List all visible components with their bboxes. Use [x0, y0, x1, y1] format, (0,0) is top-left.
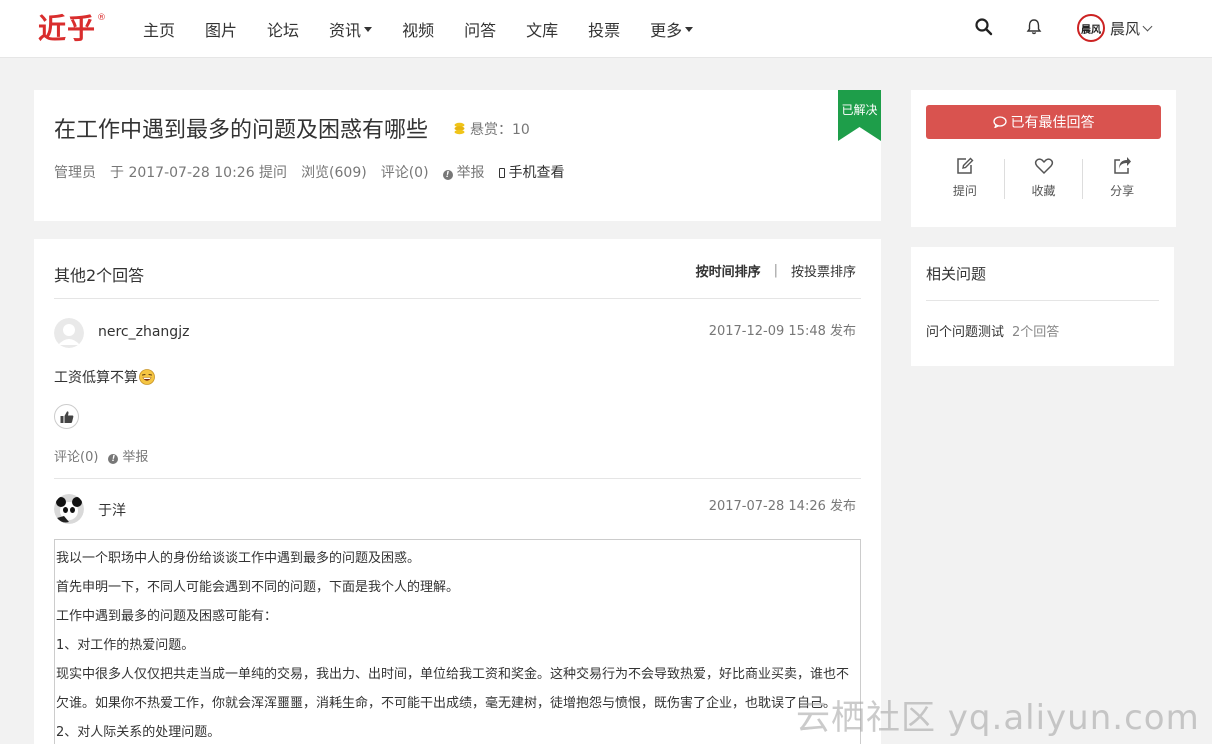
question-report-link[interactable]: ! 举报 — [442, 162, 485, 182]
favorite-label: 收藏 — [1031, 184, 1056, 198]
chevron-down-icon — [1142, 21, 1153, 31]
logo-text: 近乎 — [38, 12, 97, 45]
answer-paragraph: 欠谁。如果你不热爱工作，你就会浑浑噩噩，消耗生命，不可能干出成绩，毫无建树，徒增… — [56, 696, 837, 711]
share-action[interactable]: 分享 — [1083, 156, 1161, 200]
default-avatar[interactable] — [54, 318, 84, 348]
nav-item-home[interactable]: 主页 — [128, 17, 190, 41]
action-row: 提问 收藏 分享 — [926, 156, 1161, 200]
question-asked-time: 于 2017-07-28 10:26 提问 — [110, 165, 288, 181]
user-name: 晨风 — [1110, 19, 1141, 38]
related-questions-card: 相关问题 问个问题测试 2个回答 — [911, 247, 1174, 366]
heart-icon — [1034, 158, 1053, 175]
laughing-emoji-icon — [139, 369, 155, 385]
related-question-item[interactable]: 问个问题测试 2个回答 — [926, 321, 1059, 340]
sort-options: 按时间排序 | 按投票排序 — [696, 261, 856, 280]
answer-paragraph: 2、对人际关系的处理问题。 — [56, 725, 221, 740]
question-card: 在工作中遇到最多的问题及困惑有哪些 悬赏：10 管理员 于 2017-07-28… — [34, 90, 881, 221]
ask-question-label: 提问 — [952, 184, 977, 198]
comment-bubble-icon — [992, 116, 1007, 128]
solved-ribbon-label: 已解决 — [841, 103, 878, 117]
site-logo[interactable]: 近乎 ® — [38, 12, 106, 48]
ask-question-action[interactable]: 提问 — [926, 156, 1004, 200]
question-meta: 管理员 于 2017-07-28 10:26 提问 浏览(609) 评论(0) … — [54, 162, 579, 182]
best-answer-button[interactable]: 已有最佳回答 — [926, 105, 1161, 139]
question-views: 浏览(609) — [301, 165, 367, 181]
question-title: 在工作中遇到最多的问题及困惑有哪些 — [54, 118, 429, 143]
sort-separator: | — [773, 263, 778, 278]
answer-body: 我以一个职场中人的身份给谈谈工作中遇到最多的问题及困惑。 首先申明一下，不同人可… — [54, 539, 861, 744]
sort-by-time[interactable]: 按时间排序 — [696, 261, 761, 280]
caret-down-icon — [685, 26, 694, 32]
bell-icon[interactable] — [1024, 17, 1044, 37]
thumbs-up-icon — [60, 410, 73, 423]
main-nav: 主页 图片 论坛 资讯 视频 问答 文库 投票 更多 — [128, 0, 708, 58]
coins-icon — [454, 122, 465, 135]
nav-item-qa[interactable]: 问答 — [449, 17, 511, 41]
answer-actions: 评论(0) ! 举报 — [54, 446, 158, 465]
answer-report-link[interactable]: ! 举报 — [108, 446, 148, 465]
answer-author[interactable]: 于洋 — [98, 500, 126, 520]
related-title: 相关问题 — [926, 265, 987, 283]
nav-item-more[interactable]: 更多 — [635, 17, 708, 41]
user-avatar: 晨风 — [1077, 14, 1105, 42]
answers-count-title: 其他2个回答 — [54, 266, 145, 285]
answer-content: 工资低算不算 — [54, 367, 155, 387]
answer-paragraph: 工作中遇到最多的问题及困惑可能有： — [56, 609, 278, 624]
related-question-title[interactable]: 问个问题测试 — [926, 325, 1004, 340]
divider — [926, 300, 1159, 301]
share-label: 分享 — [1110, 184, 1135, 198]
sort-by-votes[interactable]: 按投票排序 — [791, 261, 856, 280]
answer-paragraph: 1、对工作的热爱问题。 — [56, 638, 195, 653]
edit-icon — [957, 157, 974, 174]
caret-down-icon — [364, 26, 373, 32]
bounty-label: 悬赏：10 — [470, 122, 530, 138]
bounty-info: 悬赏：10 — [454, 119, 530, 139]
nav-item-images[interactable]: 图片 — [190, 17, 252, 41]
share-icon — [1114, 157, 1132, 174]
logo-registered-mark: ® — [97, 13, 107, 23]
nav-item-forum[interactable]: 论坛 — [252, 17, 314, 41]
divider — [54, 298, 861, 299]
best-answer-label: 已有最佳回答 — [1010, 115, 1095, 131]
question-author[interactable]: 管理员 — [54, 162, 96, 182]
alert-icon: ! — [442, 170, 453, 180]
search-icon[interactable] — [974, 17, 994, 37]
top-navigation-bar: 近乎 ® 主页 图片 论坛 资讯 视频 问答 文库 投票 更多 晨风 晨风 — [0, 0, 1212, 58]
answer-paragraph: 现实中很多人仅仅把共走当成一单纯的交易，我出力、出时间，单位给我工资和奖金。这种… — [56, 667, 850, 682]
alert-icon: ! — [108, 454, 119, 464]
user-avatar-panda[interactable] — [54, 494, 84, 524]
question-comments-link[interactable]: 评论(0) — [381, 162, 429, 182]
nav-item-vote[interactable]: 投票 — [573, 17, 635, 41]
answer-time: 2017-12-09 15:48 发布 — [708, 324, 856, 339]
nav-item-video[interactable]: 视频 — [387, 17, 449, 41]
divider — [54, 478, 861, 479]
watermark: 云栖社区 yq.aliyun.com — [796, 698, 1200, 738]
answers-card: 其他2个回答 按时间排序 | 按投票排序 nerc_zhangjz 2017-1… — [34, 239, 881, 744]
mobile-phone-icon — [498, 168, 505, 178]
nav-item-news[interactable]: 资讯 — [314, 17, 387, 41]
answer-author[interactable]: nerc_zhangjz — [98, 324, 189, 340]
user-menu[interactable]: 晨风 晨风 — [1077, 12, 1153, 44]
answer-paragraph: 我以一个职场中人的身份给谈谈工作中遇到最多的问题及困惑。 — [56, 551, 421, 566]
answer-paragraph: 首先申明一下，不同人可能会遇到不同的问题，下面是我个人的理解。 — [56, 580, 460, 595]
favorite-action[interactable]: 收藏 — [1005, 156, 1083, 200]
answer-time: 2017-07-28 14:26 发布 — [708, 499, 856, 514]
answer-comments-link[interactable]: 评论(0) — [54, 446, 98, 465]
like-button[interactable] — [54, 404, 79, 429]
related-question-count: 2个回答 — [1012, 325, 1060, 340]
mobile-view-link[interactable]: 手机查看 — [498, 162, 565, 182]
question-actions-card: 已有最佳回答 提问 收藏 分享 — [911, 90, 1176, 227]
nav-item-library[interactable]: 文库 — [511, 17, 573, 41]
